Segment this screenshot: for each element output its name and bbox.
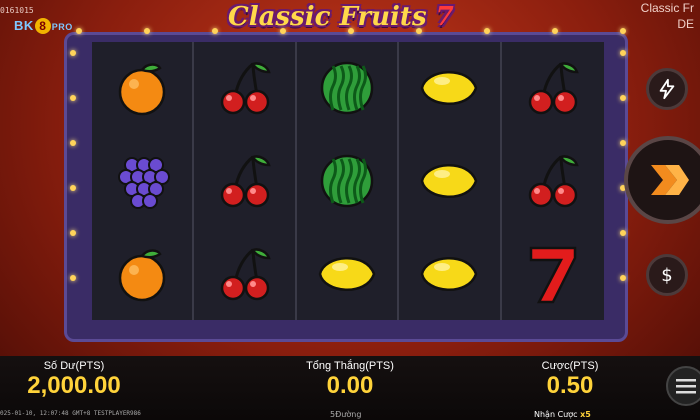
bulb-light — [280, 28, 286, 34]
grapes-icon — [118, 156, 171, 209]
bulb-light — [70, 50, 76, 56]
bulb-light — [144, 28, 150, 34]
menu-button[interactable] — [666, 366, 700, 406]
game-name-line1: Classic Fr — [640, 1, 694, 15]
seven-icon — [529, 246, 577, 303]
logo-part1: BK — [14, 18, 34, 33]
spin-arrow-icon — [651, 165, 689, 195]
bulb-light — [70, 95, 76, 101]
reel-cell — [502, 135, 604, 228]
game-title-text: Classic Fruits — [228, 2, 427, 32]
reel-cell — [297, 42, 397, 135]
total-win-value: 0.00 — [326, 372, 374, 399]
reel-cell — [92, 135, 192, 228]
reel-cell — [502, 42, 604, 135]
bulb-light — [552, 28, 558, 34]
bulb-light — [620, 50, 626, 56]
reel-2 — [194, 42, 297, 320]
bulb-light — [484, 28, 490, 34]
reel-cell — [194, 42, 294, 135]
lemon-icon — [421, 71, 478, 106]
total-win-label: Tổng Thắng(PTS) — [306, 360, 394, 372]
cherry-icon — [220, 247, 271, 300]
bulb-light — [70, 140, 76, 146]
reel-cell — [399, 227, 499, 320]
bulb-light — [76, 28, 82, 34]
reel-cell — [92, 42, 192, 135]
watermelon-icon — [320, 62, 374, 115]
reel-3 — [297, 42, 400, 320]
bet-value: 0.50 — [546, 372, 594, 399]
spin-button[interactable] — [624, 136, 700, 224]
reel-cell — [502, 227, 604, 320]
bulb-light — [70, 185, 76, 191]
balance-label: Số Dư(PTS) — [43, 360, 105, 372]
cherry-icon — [528, 155, 579, 208]
cherry-icon — [220, 62, 271, 115]
session-id: 0161015 — [0, 6, 34, 15]
reel-cell — [399, 135, 499, 228]
bonus-info: Nhận Cược x5 — [534, 410, 591, 419]
turbo-button[interactable] — [646, 68, 688, 110]
bulb-light — [620, 28, 626, 34]
reel-cell — [297, 135, 397, 228]
reel-grid — [92, 42, 604, 320]
logo-part2: PRO — [51, 22, 73, 32]
logo-number: 8 — [34, 18, 51, 34]
reel-5 — [502, 42, 604, 320]
bulb-light — [620, 230, 626, 236]
paylines-text: 5Đường — [330, 410, 362, 419]
dollar-icon: $ — [661, 265, 672, 286]
bulb-light — [416, 28, 422, 34]
reel-cell — [194, 135, 294, 228]
lightning-icon — [659, 78, 675, 100]
balance-value: 2,000.00 — [27, 372, 121, 399]
bet-button[interactable]: $ — [646, 254, 688, 296]
orange-icon — [118, 63, 166, 116]
cherry-icon — [220, 155, 271, 208]
bonus-label: Nhận Cược — [534, 410, 578, 419]
bulb-light — [212, 28, 218, 34]
watermelon-icon — [320, 154, 374, 208]
bet-label: Cược(PTS) — [541, 360, 599, 372]
svg-text:$: $ — [661, 265, 672, 286]
bulb-light — [620, 140, 626, 146]
brand-logo: BK 8 PRO — [14, 18, 73, 34]
bulb-light — [620, 95, 626, 101]
orange-icon — [118, 248, 166, 301]
reel-cell — [399, 42, 499, 135]
lemon-icon — [421, 256, 478, 291]
bonus-value: x5 — [580, 410, 591, 419]
game-name-line2: DE — [677, 17, 694, 31]
bulb-light — [70, 230, 76, 236]
reel-cell — [297, 227, 397, 320]
footer-info: 025-01-10, 12:07:48 GMT+8 TESTPLAYER986 — [0, 410, 141, 417]
reel-cell — [194, 227, 294, 320]
lemon-icon — [421, 163, 478, 198]
hamburger-icon — [676, 379, 696, 394]
reel-4 — [399, 42, 502, 320]
bulb-light — [348, 28, 354, 34]
reel-1 — [92, 42, 195, 320]
game-name-right: Classic Fr DE — [641, 0, 694, 32]
bet-display: Cược(PTS) 0.50 — [520, 360, 620, 400]
cherry-icon — [528, 62, 579, 115]
bulb-light — [70, 275, 76, 281]
bulb-light — [620, 275, 626, 281]
reel-cell — [92, 227, 192, 320]
lemon-icon — [318, 256, 376, 291]
total-win-display: Tổng Thắng(PTS) 0.00 — [280, 360, 420, 400]
game-title-seven: 7 — [435, 2, 454, 32]
balance-display: Số Dư(PTS) 2,000.00 — [14, 360, 134, 400]
